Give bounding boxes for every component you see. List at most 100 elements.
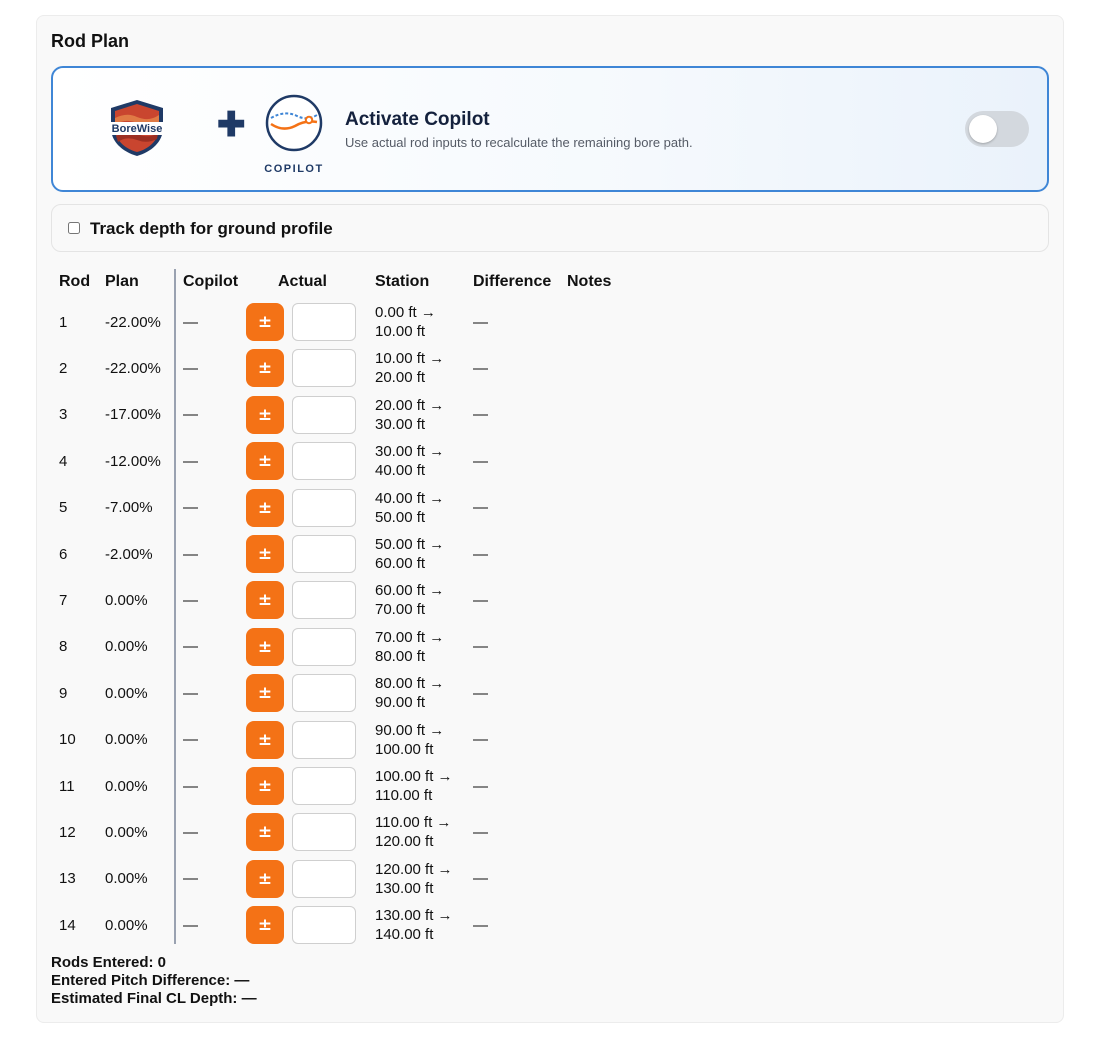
rod-number: 12 xyxy=(59,823,76,841)
copilot-value: — xyxy=(183,545,198,563)
difference-value: — xyxy=(473,684,488,702)
adjust-sign-button[interactable]: ± xyxy=(246,767,284,805)
difference-value: — xyxy=(473,452,488,470)
activate-copilot-toggle[interactable] xyxy=(965,111,1029,147)
station-to: 30.00 ft xyxy=(375,415,426,433)
panel-title: Rod Plan xyxy=(51,31,130,51)
table-row: 4 -12.00% — ±30.00 ft → 40.00 ft — xyxy=(37,438,1063,484)
station-from: 0.00 ft → xyxy=(375,304,436,321)
station-to: 60.00 ft xyxy=(375,555,426,572)
plan-pitch: 0.00% xyxy=(105,916,148,934)
copilot-value: — xyxy=(183,406,198,424)
track-depth-row: Track depth for ground profile xyxy=(51,204,1049,252)
station-from: 120.00 ft → xyxy=(375,860,453,878)
table-row: 5 -7.00% — ±40.00 ft → 50.00 ft — xyxy=(37,485,1063,531)
copilot-value: — xyxy=(183,777,198,795)
adjust-sign-button[interactable]: ± xyxy=(246,442,284,481)
adjust-sign-button[interactable]: ± xyxy=(246,674,284,713)
station-from: 30.00 ft → xyxy=(375,443,445,461)
copilot-value: — xyxy=(183,359,198,377)
difference-value: — xyxy=(473,638,488,656)
copilot-value: — xyxy=(183,499,198,517)
adjust-sign-button[interactable]: ± xyxy=(246,488,284,527)
difference-value: — xyxy=(473,823,488,841)
station-range: 80.00 ft → 90.00 ft xyxy=(375,670,444,716)
actual-pitch-input[interactable] xyxy=(292,581,356,620)
difference-value: — xyxy=(473,777,488,795)
actual-pitch-input[interactable] xyxy=(292,442,356,481)
table-row: 13 0.00% — ±120.00 ft → 130.00 ft — xyxy=(37,856,1063,902)
rod-number: 14 xyxy=(59,916,76,934)
toggle-knob xyxy=(969,115,997,143)
plan-pitch: 0.00% xyxy=(105,870,148,888)
adjust-sign-button[interactable]: ± xyxy=(246,535,284,573)
brand-wordmark: BoreWise xyxy=(112,123,163,135)
copilot-value: — xyxy=(183,313,198,331)
station-range: 40.00 ft → 50.00 ft xyxy=(375,485,444,531)
adjust-sign-button[interactable]: ± xyxy=(246,581,284,620)
station-to: 40.00 ft xyxy=(375,462,426,480)
actual-pitch-input[interactable] xyxy=(292,674,356,713)
rod-number: 6 xyxy=(59,545,68,563)
station-from: 130.00 ft → xyxy=(375,907,453,925)
plan-pitch: 0.00% xyxy=(105,638,148,656)
table-row: 10 0.00% — ±90.00 ft → 100.00 ft — xyxy=(37,717,1063,763)
actual-pitch-input[interactable] xyxy=(292,720,356,759)
header-rod: Rod xyxy=(59,273,91,290)
plan-pitch: 0.00% xyxy=(105,823,148,841)
actual-pitch-input[interactable] xyxy=(292,627,356,666)
track-depth-checkbox[interactable] xyxy=(68,222,80,234)
summary: Rods Entered: 0 Entered Pitch Difference… xyxy=(51,954,257,1008)
plan-pitch: -17.00% xyxy=(105,406,161,424)
station-from: 90.00 ft → xyxy=(375,721,445,739)
station-range: 130.00 ft → 140.00 ft xyxy=(375,902,453,948)
copilot-description: Use actual rod inputs to recalculate the… xyxy=(345,135,693,150)
table-row: 3 -17.00% — ±20.00 ft → 30.00 ft — xyxy=(37,392,1063,438)
rod-number: 7 xyxy=(59,591,68,609)
borewise-shield-logo: BoreWise xyxy=(110,100,164,156)
rod-number: 11 xyxy=(59,777,75,795)
difference-value: — xyxy=(473,499,488,517)
table-row: 8 0.00% — ±70.00 ft → 80.00 ft — xyxy=(37,624,1063,670)
adjust-sign-button[interactable]: ± xyxy=(246,349,284,388)
header-actual: Actual xyxy=(278,273,327,290)
adjust-sign-button[interactable]: ± xyxy=(246,859,284,898)
actual-pitch-input[interactable] xyxy=(292,488,356,527)
table-row: 7 0.00% — ±60.00 ft → 70.00 ft — xyxy=(37,577,1063,623)
header-notes: Notes xyxy=(567,273,612,290)
table-row: 14 0.00% — ±130.00 ft → 140.00 ft — xyxy=(37,902,1063,948)
plan-pitch: 0.00% xyxy=(105,777,148,795)
station-to: 140.00 ft xyxy=(375,926,434,944)
actual-pitch-input[interactable] xyxy=(292,813,356,852)
header-plan: Plan xyxy=(105,273,139,290)
adjust-sign-button[interactable]: ± xyxy=(246,720,284,759)
table-row: 12 0.00% — ±110.00 ft → 120.00 ft — xyxy=(37,809,1063,855)
actual-pitch-input[interactable] xyxy=(292,859,356,898)
station-to: 70.00 ft xyxy=(375,601,426,619)
station-to: 120.00 ft xyxy=(375,833,434,851)
difference-value: — xyxy=(473,545,488,563)
difference-value: — xyxy=(473,591,488,609)
adjust-sign-button[interactable]: ± xyxy=(246,813,284,852)
actual-pitch-input[interactable] xyxy=(292,767,356,805)
difference-value: — xyxy=(473,313,488,331)
header-difference: Difference xyxy=(473,273,552,290)
station-to: 130.00 ft xyxy=(375,879,434,897)
station-from: 80.00 ft → xyxy=(375,675,445,693)
adjust-sign-button[interactable]: ± xyxy=(246,627,284,666)
plan-pitch: -12.00% xyxy=(105,452,161,470)
rod-plan-panel: Rod Plan BoreWise ✚ COPILOT Activate Cop… xyxy=(36,15,1064,1023)
station-to: 80.00 ft xyxy=(375,647,426,665)
actual-pitch-input[interactable] xyxy=(292,535,356,573)
difference-value: — xyxy=(473,916,488,934)
actual-pitch-input[interactable] xyxy=(292,349,356,388)
actual-pitch-input[interactable] xyxy=(292,303,356,341)
station-range: 120.00 ft → 130.00 ft xyxy=(375,856,453,902)
adjust-sign-button[interactable]: ± xyxy=(246,395,284,434)
actual-pitch-input[interactable] xyxy=(292,395,356,434)
copilot-value: — xyxy=(183,823,198,841)
station-from: 100.00 ft → xyxy=(375,768,453,785)
adjust-sign-button[interactable]: ± xyxy=(246,303,284,341)
adjust-sign-button[interactable]: ± xyxy=(246,906,284,945)
actual-pitch-input[interactable] xyxy=(292,906,356,945)
